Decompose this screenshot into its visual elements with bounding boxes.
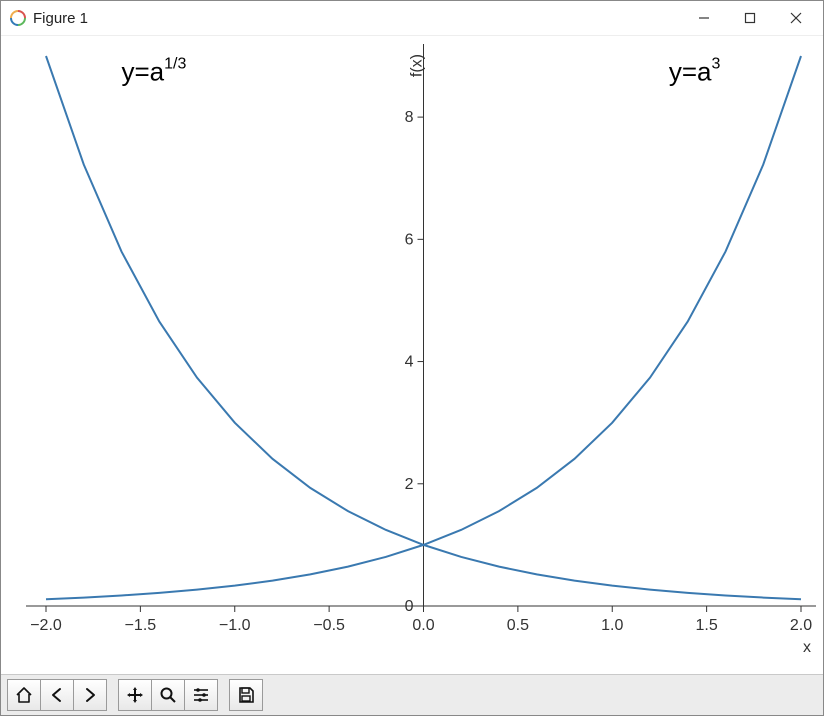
close-button[interactable]	[773, 3, 819, 33]
svg-text:−0.5: −0.5	[313, 617, 345, 634]
back-button[interactable]	[40, 679, 74, 711]
forward-button[interactable]	[73, 679, 107, 711]
window-title: Figure 1	[33, 10, 88, 27]
svg-text:y=a3: y=a3	[669, 55, 721, 86]
window-controls	[681, 3, 819, 33]
nav-toolbar	[1, 674, 823, 715]
titlebar: Figure 1	[1, 1, 823, 36]
maximize-button[interactable]	[727, 3, 773, 33]
plot-svg: −2.0 −1.5 −1.0 −0.5 0.0 0.5 1.0 1.5 2.0 0 2 4 6 8 x f(x…	[1, 36, 823, 676]
svg-text:0.0: 0.0	[412, 617, 434, 634]
svg-text:−1.5: −1.5	[125, 617, 157, 634]
minimize-button[interactable]	[681, 3, 727, 33]
pan-button[interactable]	[118, 679, 152, 711]
title-left: Figure 1	[9, 9, 88, 27]
svg-text:1.0: 1.0	[601, 617, 623, 634]
configure-button[interactable]	[184, 679, 218, 711]
zoom-button[interactable]	[151, 679, 185, 711]
home-button[interactable]	[7, 679, 41, 711]
svg-text:0.5: 0.5	[507, 617, 529, 634]
svg-text:6: 6	[405, 231, 414, 248]
svg-text:−1.0: −1.0	[219, 617, 251, 634]
svg-text:y=a1/3: y=a1/3	[122, 55, 187, 86]
app-icon	[9, 9, 27, 27]
svg-text:x: x	[803, 639, 811, 656]
plot-area[interactable]: −2.0 −1.5 −1.0 −0.5 0.0 0.5 1.0 1.5 2.0 0 2 4 6 8 x f(x…	[1, 36, 823, 674]
svg-text:f(x): f(x)	[409, 54, 426, 77]
svg-text:4: 4	[405, 354, 414, 371]
figure-window: Figure 1 −2.0 −1.5 −1.0 −0.5 0.0 0.5 1.0 1.5 2.0…	[0, 0, 824, 716]
svg-text:0: 0	[405, 598, 414, 615]
svg-text:8: 8	[405, 109, 414, 126]
svg-text:2: 2	[405, 476, 414, 493]
svg-text:−2.0: −2.0	[30, 617, 62, 634]
save-button[interactable]	[229, 679, 263, 711]
svg-text:2.0: 2.0	[790, 617, 812, 634]
svg-text:1.5: 1.5	[696, 617, 718, 634]
